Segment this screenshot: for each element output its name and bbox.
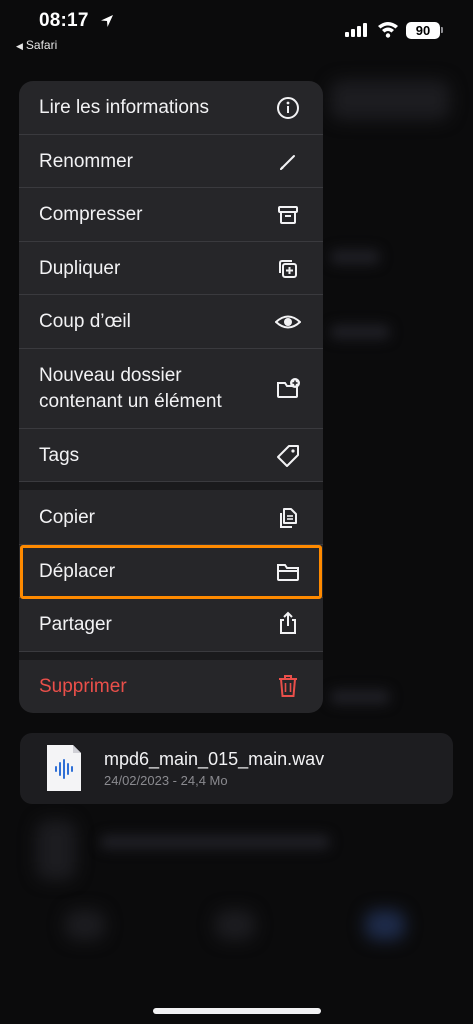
home-indicator[interactable] — [153, 1008, 321, 1014]
background-blur — [36, 820, 76, 880]
menu-item-label-line2: contenant un élément — [39, 391, 222, 412]
duplicate-icon — [279, 260, 297, 278]
pencil-icon — [280, 155, 295, 170]
menu-item-label: Coup d’œil — [39, 311, 131, 332]
background-blur — [330, 80, 450, 120]
menu-item-label: Renommer — [39, 151, 133, 172]
back-app-label: Safari — [25, 38, 58, 52]
background-blur — [330, 690, 390, 704]
tag-icon — [277, 445, 299, 467]
menu-group-separator — [19, 652, 323, 660]
cellular-signal-icon — [345, 23, 367, 37]
menu-item-label: Lire les informations — [39, 97, 210, 118]
highlight-frame — [20, 545, 322, 599]
audio-file-icon — [47, 745, 81, 791]
battery-indicator: 90 — [406, 22, 440, 39]
wifi-icon — [378, 22, 398, 38]
menu-group-separator — [19, 482, 323, 490]
background-blur — [100, 835, 330, 849]
menu-item-get-info[interactable]: Lire les informations — [19, 81, 323, 135]
menu-item-label: Supprimer — [39, 676, 127, 697]
menu-item-label: Copier — [39, 507, 95, 528]
status-bar: 08:17 ◀ Safari 90 — [0, 0, 473, 60]
copy-docs-icon — [280, 508, 297, 528]
file-preview-card[interactable]: mpd6_main_015_main.wav 24/02/2023 - 24,4… — [20, 733, 453, 804]
back-to-app-link[interactable]: ◀ Safari — [16, 38, 57, 52]
menu-item-rename[interactable]: Renommer — [19, 135, 323, 188]
menu-item-compress[interactable]: Compresser — [19, 188, 323, 242]
folder-badge-plus-icon — [277, 378, 300, 398]
menu-item-label: Dupliquer — [39, 258, 121, 279]
menu-item-label-line1: Nouveau dossier — [39, 365, 182, 386]
background-blur — [215, 910, 255, 940]
background-blur — [330, 250, 380, 264]
menu-item-label: Compresser — [39, 204, 143, 225]
context-menu: Lire les informations Renommer Compresse… — [19, 81, 323, 713]
background-blur — [365, 910, 405, 940]
menu-item-label: Partager — [39, 614, 112, 635]
menu-item-new-folder-with-item[interactable]: Nouveau dossier contenant un élément — [19, 349, 323, 429]
file-meta: 24/02/2023 - 24,4 Mo — [104, 773, 228, 788]
status-time: 08:17 — [39, 10, 89, 31]
back-chevron-icon: ◀ — [16, 41, 23, 51]
file-name: mpd6_main_015_main.wav — [104, 749, 325, 769]
menu-item-duplicate[interactable]: Dupliquer — [19, 242, 323, 295]
menu-item-tags[interactable]: Tags — [19, 429, 323, 482]
battery-cap — [441, 27, 443, 33]
eye-icon — [275, 315, 301, 329]
menu-item-label: Tags — [39, 445, 80, 466]
menu-item-delete[interactable]: Supprimer — [19, 660, 323, 713]
share-icon — [280, 611, 296, 634]
background-blur — [330, 325, 390, 339]
info-icon — [277, 97, 299, 119]
archive-box-icon — [278, 206, 298, 224]
menu-item-quick-look[interactable]: Coup d’œil — [19, 295, 323, 349]
trash-icon — [279, 675, 297, 697]
location-arrow-icon — [101, 15, 113, 27]
menu-item-copy[interactable]: Copier — [19, 490, 323, 545]
background-blur — [65, 910, 105, 940]
menu-item-share[interactable]: Partager — [19, 598, 323, 652]
